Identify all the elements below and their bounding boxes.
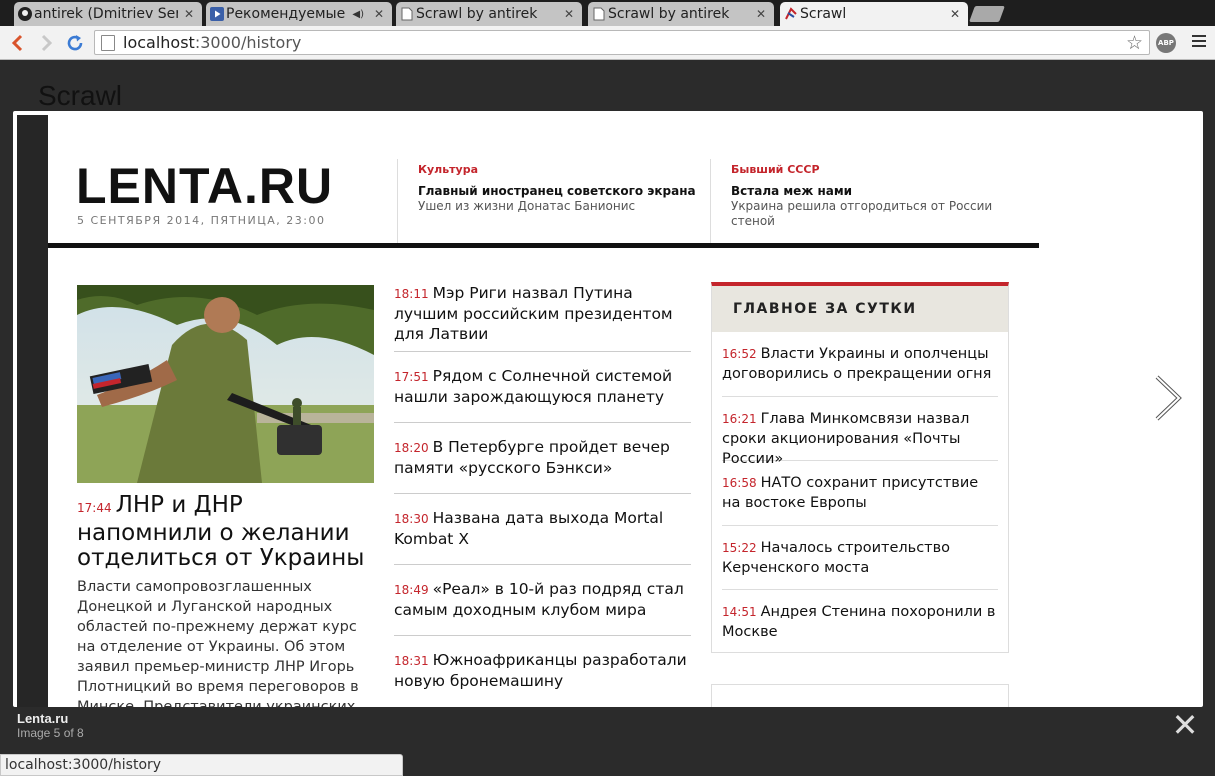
new-tab-button[interactable] xyxy=(969,6,1005,22)
top-story-item[interactable]: 16:58 НАТО сохранит присутствие на восток… xyxy=(722,461,998,526)
lenta-logo: LENTA.RU xyxy=(76,158,334,214)
speaker-icon: ◀) xyxy=(352,8,364,20)
news-item[interactable]: 18:49 «Реал» в 10-й раз подряд стал самым… xyxy=(394,565,691,636)
top-stories-box: ГЛАВНОЕ ЗА СУТКИ 16:52 Власти Украины и о… xyxy=(711,282,1009,653)
story-subtitle: Ушел из жизни Донатас Банионис xyxy=(418,199,636,213)
page-icon xyxy=(400,7,414,21)
tab-github[interactable]: antirek (Dmitriev Serg ✕ xyxy=(14,2,202,26)
news-title: Названа дата выхода Mortal Kombat X xyxy=(394,509,664,548)
lead-time: 17:44 xyxy=(77,501,112,515)
menu-icon[interactable] xyxy=(1192,35,1206,49)
top-story-item[interactable]: 14:51 Андрея Стенина похоронили в Москве xyxy=(722,590,998,655)
news-item[interactable]: 18:20 В Петербурге пройдет вечер памяти «… xyxy=(394,423,691,494)
story-time: 16:52 xyxy=(722,347,757,361)
address-host: localhost xyxy=(123,33,195,52)
tab-title: Scrawl xyxy=(800,6,847,22)
story-time: 16:58 xyxy=(722,476,757,490)
news-title: Рядом с Солнечной системой нашли зарожда… xyxy=(394,367,673,406)
story-time: 16:21 xyxy=(722,411,757,426)
header-divider xyxy=(710,159,711,243)
back-icon[interactable] xyxy=(6,32,28,54)
page-icon xyxy=(101,34,115,51)
close-icon[interactable]: ✕ xyxy=(754,7,768,21)
page-title: Scrawl xyxy=(38,80,123,111)
news-title: Южноафриканцы разработали новую бронемаш… xyxy=(394,651,687,690)
lightbox: LENTA.RU 5 СЕНТЯБРЯ 2014, ПЯТНИЦА, 23:00… xyxy=(13,111,1203,707)
tab-title: Scrawl by antirek xyxy=(608,6,730,22)
next-image-button[interactable] xyxy=(1151,373,1185,423)
close-icon[interactable]: ✕ xyxy=(182,7,196,21)
story-title: Главный иностранец советского экрана xyxy=(418,184,696,198)
address-path: :3000/history xyxy=(194,33,302,52)
address-bar[interactable]: localhost:3000/history ☆ xyxy=(94,30,1150,55)
page-icon xyxy=(592,7,606,21)
chevron-right-icon xyxy=(1155,375,1182,421)
lightbox-caption-title: Lenta.ru xyxy=(17,711,69,726)
news-time: 18:30 xyxy=(394,512,429,526)
story-time: 15:22 xyxy=(722,540,757,555)
lead-title: ЛНР и ДНР напомнили о желании отделиться… xyxy=(77,492,365,571)
status-bar: localhost:3000/history xyxy=(0,754,403,776)
story-title: Власти Украины и ополченцы договорились … xyxy=(722,346,992,382)
tab-title: antirek (Dmitriev Serg xyxy=(34,6,178,22)
header-story-ussr: Бывший СССР Встала меж нами Украина реши… xyxy=(731,163,996,229)
close-icon[interactable]: ✕ xyxy=(948,7,962,21)
lead-headline[interactable]: 17:44 ЛНР и ДНР напомнили о желании отдел… xyxy=(77,493,377,571)
close-icon[interactable]: ✕ xyxy=(562,7,576,21)
bookmark-star-icon[interactable]: ☆ xyxy=(1126,32,1143,54)
top-stories-heading: ГЛАВНОЕ ЗА СУТКИ xyxy=(712,286,1008,332)
news-time: 17:51 xyxy=(394,370,429,384)
tab-scrawl-by-antirek[interactable]: Scrawl by antirek ✕ xyxy=(396,2,582,26)
lead-photo xyxy=(77,285,374,483)
news-list: 18:11 Мэр Риги назвал Путина лучшим росси… xyxy=(394,281,691,707)
lightbox-counter: Image 5 of 8 xyxy=(17,726,84,740)
secondary-box xyxy=(711,684,1009,707)
story-title: Встала меж нами xyxy=(731,184,853,198)
header-rule xyxy=(48,243,1039,248)
news-time: 18:49 xyxy=(394,583,429,597)
story-title: Андрея Стенина похоронили в Москве xyxy=(722,604,996,640)
news-item[interactable]: 18:30 Названа дата выхода Mortal Kombat X xyxy=(394,494,691,565)
news-title: Мэр Риги назвал Путина лучшим российским… xyxy=(394,284,673,343)
news-time: 18:31 xyxy=(394,654,429,668)
reload-icon[interactable] xyxy=(64,32,86,54)
close-icon[interactable]: ✕ xyxy=(372,7,386,21)
story-title: НАТО сохранит присутствие на востоке Евр… xyxy=(722,475,979,511)
header-divider xyxy=(397,159,398,243)
forward-icon[interactable] xyxy=(36,32,58,54)
news-time: 18:20 xyxy=(394,441,429,455)
top-story-item[interactable]: 16:52 Власти Украины и ополченцы договори… xyxy=(722,332,998,397)
news-title: «Реал» в 10-й раз подряд стал самым дохо… xyxy=(394,580,684,619)
header-story-culture: Культура Главный иностранец советского э… xyxy=(418,163,698,214)
news-time: 18:11 xyxy=(394,287,429,301)
lead-text: Власти самопровозглашенных Донецкой и Лу… xyxy=(77,579,359,707)
news-title: В Петербурге пройдет вечер памяти «русск… xyxy=(394,438,670,477)
github-icon xyxy=(18,7,32,21)
tab-scrawl[interactable]: Scrawl ✕ xyxy=(780,2,968,26)
lightbox-image: LENTA.RU 5 СЕНТЯБРЯ 2014, ПЯТНИЦА, 23:00… xyxy=(48,111,1039,707)
news-item[interactable]: 17:51 Рядом с Солнечной системой нашли за… xyxy=(394,352,691,423)
top-story-item[interactable]: 16:21 Глава Минкомсвязи назвал сроки акци… xyxy=(722,397,998,467)
screenshot-left-edge xyxy=(17,115,48,707)
tab-recommended[interactable]: Рекомендуемые а ◀) ✕ xyxy=(206,2,392,26)
story-category: Бывший СССР xyxy=(731,163,820,176)
news-item[interactable]: 18:11 Мэр Риги назвал Путина лучшим росси… xyxy=(394,281,691,352)
top-stories-list: 16:52 Власти Украины и ополченцы договори… xyxy=(712,332,1008,655)
top-story-item[interactable]: 15:22 Началось строительство Керченского … xyxy=(722,526,998,590)
browser-toolbar: localhost:3000/history ☆ ABP xyxy=(0,26,1215,60)
story-title: Глава Минкомсвязи назвал сроки акциониро… xyxy=(722,410,970,467)
story-subtitle: Украина решила отгородиться от России ст… xyxy=(731,199,993,228)
story-time: 14:51 xyxy=(722,605,757,619)
story-category: Культура xyxy=(418,163,479,176)
scrawl-icon xyxy=(784,7,798,21)
adblock-icon[interactable]: ABP xyxy=(1156,33,1176,53)
news-item[interactable]: 18:31 Южноафриканцы разработали новую бро… xyxy=(394,636,691,707)
tab-strip: antirek (Dmitriev Serg ✕ Рекомендуемые а… xyxy=(0,0,1215,26)
lenta-date: 5 СЕНТЯБРЯ 2014, ПЯТНИЦА, 23:00 xyxy=(77,214,326,227)
close-icon[interactable]: ✕ xyxy=(1170,709,1200,741)
tab-scrawl-by-antirek-2[interactable]: Scrawl by antirek ✕ xyxy=(588,2,774,26)
tab-title: Рекомендуемые а xyxy=(226,6,349,22)
tab-title: Scrawl by antirek xyxy=(416,6,538,22)
video-icon xyxy=(210,7,224,21)
